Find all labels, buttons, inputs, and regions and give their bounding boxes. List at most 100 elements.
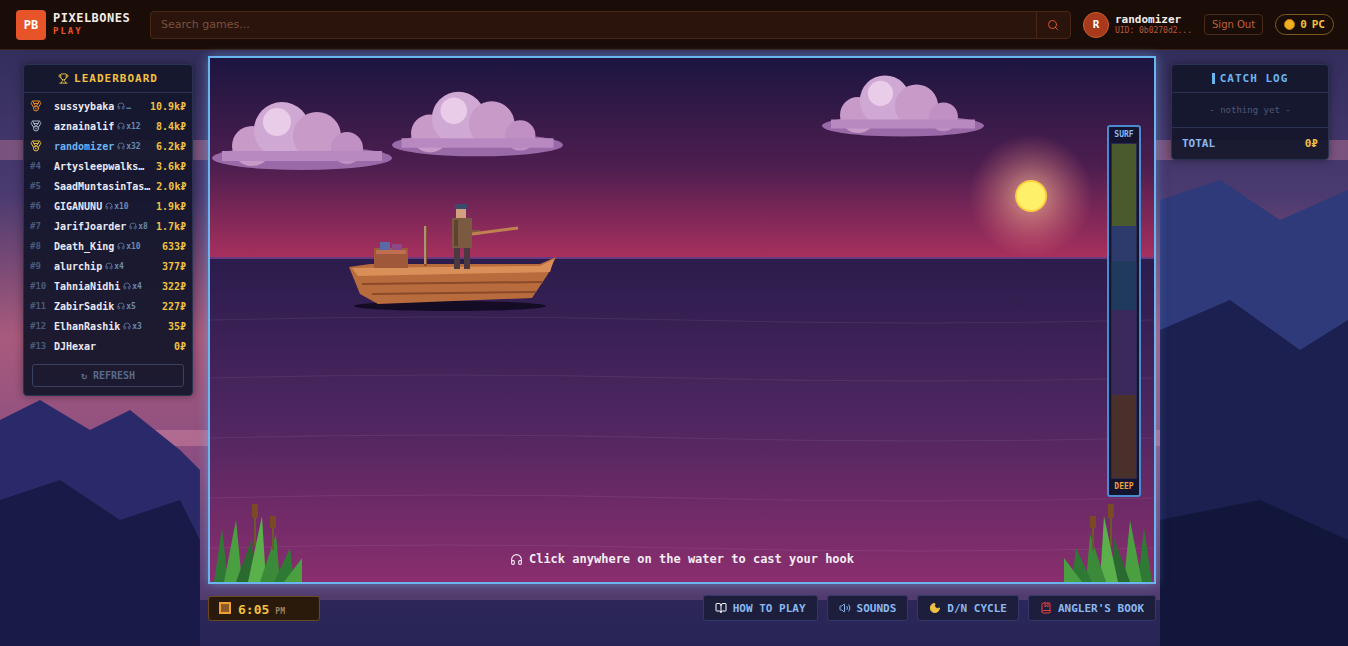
main: LEADERBOARDsussyybaka…10.9k₽aznainalifx1… [0, 50, 1348, 621]
player-name: alurchip [54, 261, 102, 272]
rank: #4 [30, 161, 51, 171]
leaderboard-row[interactable]: #13DJHexar0₽ [24, 336, 192, 356]
sun [1016, 181, 1046, 211]
avatar[interactable]: R [1083, 12, 1109, 38]
rank: #8 [30, 241, 51, 251]
user-name: randomizer [1115, 13, 1192, 26]
player-score: 322₽ [159, 281, 186, 292]
leaderboard-row[interactable]: #7JarifJoarderx81.7k₽ [24, 216, 192, 236]
moon-icon [929, 602, 941, 614]
leaderboard-row[interactable]: #6GIGANUNUx101.9k₽ [24, 196, 192, 216]
player-name: Artysleepwalks… [54, 161, 144, 172]
control-button[interactable]: D/N CYCLE [917, 595, 1019, 621]
leaderboard-row[interactable]: sussyybaka…10.9k₽ [24, 96, 192, 116]
leaderboard-row[interactable]: #4Artysleepwalks… 3.6k₽ [24, 156, 192, 176]
player-score: 633₽ [159, 241, 186, 252]
medal-icon [30, 100, 42, 112]
rank [30, 100, 51, 112]
fishing-scene[interactable] [210, 58, 1154, 582]
refresh-button[interactable]: ↻ REFRESH [32, 364, 184, 387]
coin-balance: 0 PC [1275, 14, 1334, 35]
speaker-icon [839, 602, 851, 614]
player-score: 0₽ [171, 341, 186, 352]
headphones-icon [117, 302, 125, 310]
player-name: TahniaNidhi [54, 281, 120, 292]
play-count: x10 [105, 202, 128, 211]
control-button[interactable]: SOUNDS [827, 595, 909, 621]
medal-icon [30, 120, 42, 132]
bottom-bar: 6:05PM HOW TO PLAY SOUNDS D/N CYCLE ANGLER'S… [208, 595, 1156, 621]
catch-log-title: CATCH LOG [1172, 65, 1328, 93]
total-value: 0₽ [1305, 137, 1318, 150]
coin-unit: PC [1312, 18, 1325, 31]
catch-log-empty: - nothing yet - [1172, 93, 1328, 127]
game-clock: 6:05PM [208, 596, 320, 621]
player-name: JarifJoarder [54, 221, 126, 232]
logo[interactable]: PB PIXELBONESPLAY [16, 10, 138, 40]
depth-zone [1112, 395, 1136, 479]
leaderboard-row[interactable]: #5SaadMuntasinTas…2.0k₽ [24, 176, 192, 196]
reeds [1064, 504, 1152, 582]
player-score: 10.9k₽ [147, 101, 186, 112]
logo-title[interactable]: PIXELBONES [53, 12, 130, 26]
coin-amount: 0 [1300, 18, 1307, 31]
headphones-icon [105, 202, 113, 210]
trophy-icon [58, 73, 69, 84]
leaderboard-row[interactable]: #11ZabirSadikx5 227₽ [24, 296, 192, 316]
depth-meter: SURFDEEP [1107, 125, 1141, 497]
rank: #7 [30, 221, 51, 231]
search-input[interactable] [151, 12, 1036, 38]
medal-icon [30, 140, 42, 152]
play-count: x32 [117, 142, 140, 151]
leaderboard-row[interactable]: randomizerx326.2k₽ [24, 136, 192, 156]
leaderboard-row[interactable]: #9alurchipx4377₽ [24, 256, 192, 276]
player-name: GIGANUNU [54, 201, 102, 212]
control-button[interactable]: ANGLER'S BOOK [1028, 595, 1156, 621]
coin-icon [1284, 19, 1295, 30]
rank: #10 [30, 281, 51, 291]
rank: #5 [30, 181, 51, 191]
leaderboard-row[interactable]: aznainalifx128.4k₽ [24, 116, 192, 136]
rank: #9 [30, 261, 51, 271]
control-button[interactable]: HOW TO PLAY [703, 595, 818, 621]
user-block[interactable]: RrandomizerUID: 0b0270d2... [1083, 12, 1192, 38]
leaderboard-row[interactable]: #8Death_Kingx10 633₽ [24, 236, 192, 256]
rank: #12 [30, 321, 51, 331]
leaderboard: LEADERBOARDsussyybaka…10.9k₽aznainalifx1… [23, 64, 193, 396]
catch-log: CATCH LOG- nothing yet - TOTAL 0₽ [1171, 64, 1329, 160]
guide-icon [715, 602, 727, 614]
sky [210, 58, 1154, 258]
depth-top-label: SURF [1114, 129, 1133, 141]
depth-zone [1112, 144, 1136, 226]
sign-out-button[interactable]: Sign Out [1204, 14, 1263, 35]
clock-time: 6:05 [238, 602, 269, 617]
controls: HOW TO PLAY SOUNDS D/N CYCLE ANGLER'S BOOK [703, 595, 1156, 621]
total-label: TOTAL [1182, 137, 1215, 150]
leaderboard-row[interactable]: #10TahniaNidhix4 322₽ [24, 276, 192, 296]
player-score: 35₽ [165, 321, 186, 332]
player-name: sussyybaka [54, 101, 114, 112]
play-count: x5 [117, 302, 136, 311]
top-bar: PB PIXELBONESPLAY RrandomizerUID: 0b0270d2… [0, 0, 1348, 50]
reeds [214, 504, 302, 582]
fisherman [452, 204, 518, 269]
player-name: SaadMuntasinTas… [54, 181, 150, 192]
player-name: ZabirSadik [54, 301, 114, 312]
player-score: 227₽ [159, 301, 186, 312]
headphones-icon [117, 242, 125, 250]
player-score: 2.0k₽ [153, 181, 186, 192]
water[interactable] [210, 258, 1154, 582]
logo-mark[interactable]: PB [16, 10, 46, 40]
player-score: 3.6k₽ [153, 161, 186, 172]
rank: #11 [30, 301, 51, 311]
search-button[interactable] [1036, 12, 1070, 38]
depth-zone [1112, 310, 1136, 395]
player-name: DJHexar [54, 341, 96, 352]
play-count: x10 [117, 242, 140, 251]
logo-subtitle[interactable]: PLAY [53, 26, 130, 36]
game-canvas[interactable]: SURFDEEPClick anywhere on the water to c… [208, 56, 1156, 584]
leaderboard-row[interactable]: #12ElhanRashikx335₽ [24, 316, 192, 336]
play-count: x4 [123, 282, 142, 291]
player-name: Death_King [54, 241, 114, 252]
headphones-icon [129, 222, 137, 230]
